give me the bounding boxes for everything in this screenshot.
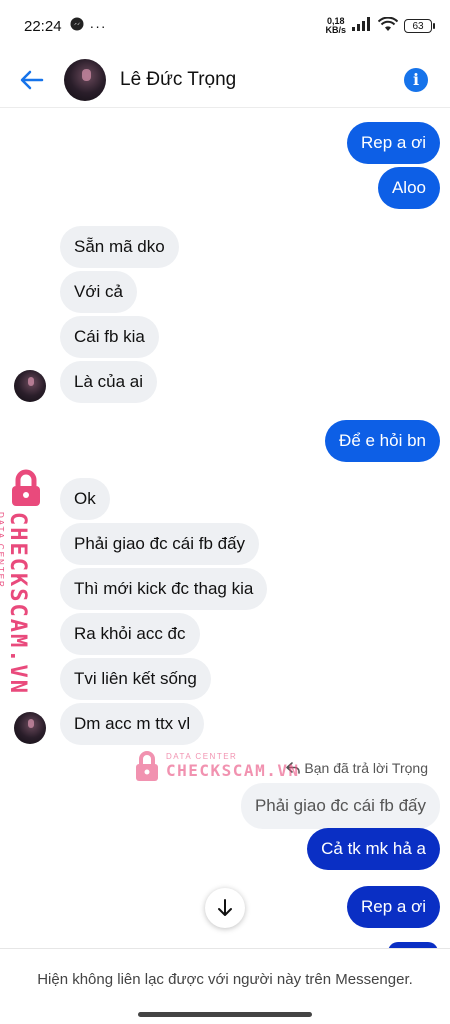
- message-received[interactable]: Dm acc m ttx vl: [60, 703, 205, 745]
- network-speed: 0,18 KB/s: [325, 16, 346, 35]
- reply-indicator: Bạn đã trả lời Trọng: [286, 760, 428, 776]
- message-received[interactable]: Ra khỏi acc đc: [60, 613, 200, 655]
- status-bar: 22:24 ··· 0,18 KB/s 63: [0, 0, 450, 52]
- message-sent[interactable]: Aloo: [377, 167, 440, 209]
- contact-avatar[interactable]: [64, 58, 106, 101]
- contact-avatar-small[interactable]: [14, 370, 46, 402]
- message-received[interactable]: Là của ai: [60, 361, 157, 403]
- watermark-label: DATA CENTER: [166, 751, 238, 761]
- scroll-to-bottom-button[interactable]: [205, 888, 245, 928]
- more-notifications-icon: ···: [89, 18, 107, 34]
- messenger-notification-icon: [70, 17, 84, 35]
- wifi-icon: [377, 16, 399, 36]
- signal-icon: [352, 17, 372, 35]
- message-received[interactable]: Phải giao đc cái fb đấy: [60, 523, 260, 565]
- message-received[interactable]: Ok: [60, 478, 110, 520]
- battery-indicator: 63: [404, 19, 435, 33]
- message-received[interactable]: Sẵn mã dko: [60, 226, 179, 268]
- home-indicator[interactable]: [138, 1012, 312, 1017]
- message-sent[interactable]: Cả tk mk hả a: [307, 828, 440, 870]
- info-icon[interactable]: i: [404, 67, 428, 92]
- message-received[interactable]: Thì mới kick đc thag kia: [60, 568, 268, 610]
- conversation-header: Lê Đức Trọng i: [0, 52, 450, 108]
- message-sent[interactable]: Để e hỏi bn: [325, 420, 440, 462]
- lock-icon: [12, 469, 40, 506]
- status-time: 22:24: [24, 17, 62, 35]
- watermark-horizontal: DATA CENTER CHECKSCAM.VN: [134, 748, 300, 784]
- contact-name[interactable]: Lê Đức Trọng: [120, 69, 236, 91]
- message-received[interactable]: Tvi liên kết sống: [60, 658, 211, 700]
- lock-icon: [136, 751, 158, 781]
- contact-avatar-small[interactable]: [14, 712, 46, 744]
- message-received[interactable]: Với cả: [60, 271, 137, 313]
- watermark-brand: CHECKSCAM.VN: [166, 760, 300, 780]
- message-sent[interactable]: Rep a ơi: [346, 886, 440, 928]
- watermark-brand: CHECKSCAM.VN: [5, 512, 30, 695]
- arrow-down-icon: [218, 899, 232, 916]
- unavailable-note: Hiện không liên lạc được với người này t…: [37, 971, 413, 988]
- message-received[interactable]: Cái fb kia: [60, 316, 159, 358]
- message-sent[interactable]: Rep a ơi: [346, 122, 440, 164]
- back-button[interactable]: [0, 52, 64, 108]
- arrow-left-icon: [20, 70, 44, 89]
- watermark-vertical: CHECKSCAM.VN DATA CENTER: [0, 468, 48, 695]
- quoted-message[interactable]: Phải giao đc cái fb đấy: [240, 783, 440, 829]
